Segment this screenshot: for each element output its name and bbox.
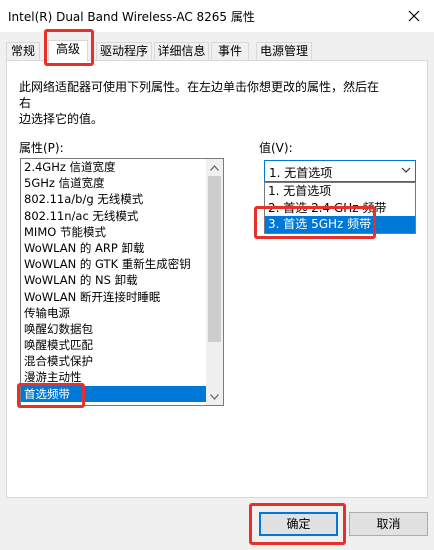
description-line-2: 边选择它的值。 — [19, 112, 104, 126]
combobox-current-value: 1. 无首选项 — [269, 166, 333, 180]
list-item-selected[interactable]: 首选频带 — [21, 385, 207, 402]
title-bar: Intel(R) Dual Band Wireless-AC 8265 属性 — [0, 0, 434, 32]
dropdown-option[interactable]: 2. 首选 2.4 GHz 频带 — [265, 200, 415, 217]
value-label: 值(V): — [259, 141, 293, 155]
value-combobox[interactable]: 1. 无首选项 — [264, 160, 416, 182]
chevron-up-icon — [210, 164, 219, 171]
description-line-1: 此网络适配器可使用下列属性。在左边单击你想更改的属性，然后在右 — [19, 80, 380, 110]
close-icon — [408, 10, 420, 22]
advanced-tab-panel: 此网络适配器可使用下列属性。在左边单击你想更改的属性，然后在右 边选择它的值。 … — [6, 60, 428, 498]
property-listbox[interactable]: 2.4GHz 信道宽度 5GHz 信道宽度 802.11a/b/g 无线模式 8… — [20, 158, 224, 406]
cancel-button[interactable]: 取消 — [349, 512, 428, 536]
tab-details[interactable]: 详细信息 — [154, 42, 209, 60]
chevron-down-icon — [210, 393, 219, 400]
description-text: 此网络适配器可使用下列属性。在左边单击你想更改的属性，然后在右 边选择它的值。 — [19, 79, 379, 127]
scroll-thumb[interactable] — [208, 176, 221, 342]
dropdown-option-selected[interactable]: 3. 首选 5GHz 频带 — [265, 216, 415, 234]
list-item[interactable]: MIMO 节能模式 — [21, 224, 207, 240]
list-item[interactable]: WoWLAN 断开连接时睡眠 — [21, 289, 207, 305]
window-title: Intel(R) Dual Band Wireless-AC 8265 属性 — [8, 10, 255, 24]
tab-driver[interactable]: 驱动程序 — [96, 42, 152, 60]
chevron-down-icon — [401, 164, 411, 178]
list-item[interactable]: 802.11n/ac 无线模式 — [21, 208, 207, 224]
property-label: 属性(P): — [19, 141, 64, 155]
tab-power-management[interactable]: 电源管理 — [256, 42, 312, 60]
dropdown-option[interactable]: 1. 无首选项 — [265, 183, 415, 200]
list-item[interactable]: WoWLAN 的 GTK 重新生成密钥 — [21, 256, 207, 272]
list-item[interactable]: 2.4GHz 信道宽度 — [21, 159, 207, 175]
tab-advanced[interactable]: 高级 — [48, 40, 88, 62]
list-item[interactable]: WoWLAN 的 ARP 卸载 — [21, 240, 207, 256]
list-item[interactable]: 漫游主动性 — [21, 369, 207, 385]
scroll-down-button[interactable] — [206, 388, 223, 405]
ok-button[interactable]: 确定 — [259, 512, 338, 536]
list-item[interactable]: 混合模式保护 — [21, 353, 207, 369]
list-item[interactable]: 唤醒模式匹配 — [21, 337, 207, 353]
list-item[interactable]: 5GHz 信道宽度 — [21, 175, 207, 191]
tab-events[interactable]: 事件 — [211, 42, 249, 60]
list-item[interactable]: WoWLAN 的 NS 卸载 — [21, 272, 207, 288]
property-scrollbar[interactable] — [206, 159, 223, 405]
list-item[interactable]: 唤醒幻数据包 — [21, 321, 207, 337]
value-dropdown-list: 1. 无首选项 2. 首选 2.4 GHz 频带 3. 首选 5GHz 频带 — [264, 182, 416, 234]
list-item[interactable]: 802.11a/b/g 无线模式 — [21, 191, 207, 207]
close-button[interactable] — [394, 0, 434, 32]
scroll-up-button[interactable] — [206, 159, 223, 176]
property-list: 2.4GHz 信道宽度 5GHz 信道宽度 802.11a/b/g 无线模式 8… — [21, 159, 207, 402]
tab-strip: 常规 高级 驱动程序 详细信息 事件 电源管理 — [6, 40, 426, 62]
list-item[interactable]: 传输电源 — [21, 305, 207, 321]
tab-general[interactable]: 常规 — [6, 42, 40, 60]
